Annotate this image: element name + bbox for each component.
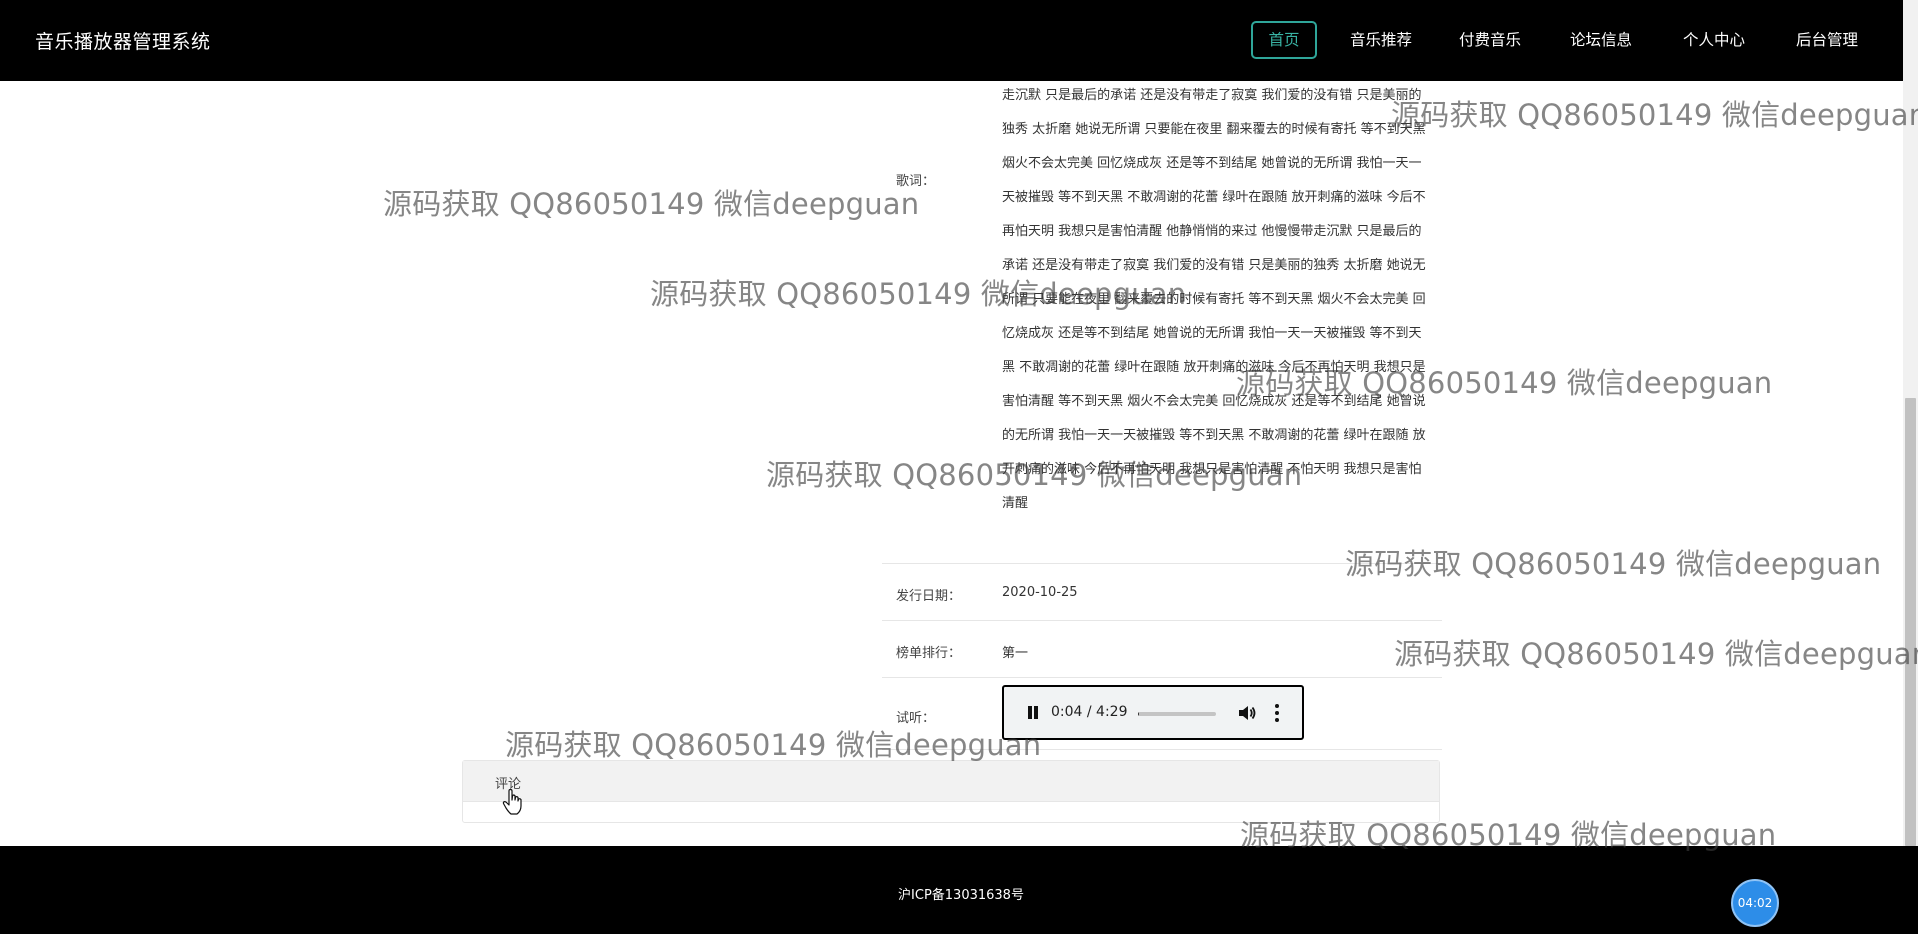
audio-time: 0:04 / 4:29 [1051, 704, 1128, 720]
watermark: 源码获取 QQ86050149 微信deepguan [1394, 637, 1918, 671]
more-vert-icon[interactable] [1274, 702, 1280, 724]
hand-cursor-icon [502, 789, 522, 815]
footer: 沪ICP备13031638号 [0, 846, 1918, 934]
audio-progress-bar[interactable] [1138, 712, 1216, 716]
rank-value: 第一 [1002, 646, 1029, 661]
row-divider [882, 620, 1442, 621]
watermark: 源码获取 QQ86050149 微信deepguan [505, 728, 1042, 762]
preview-label: 试听： [896, 711, 936, 726]
watermark: 源码获取 QQ86050149 微信deepguan [383, 187, 920, 221]
release-date-value: 2020-10-25 [1002, 585, 1078, 600]
release-date-label: 发行日期： [896, 589, 962, 604]
watermark: 源码获取 QQ86050149 微信deepguan [1391, 98, 1918, 132]
row-divider [882, 749, 1442, 750]
pause-icon[interactable] [1026, 704, 1040, 722]
page: 音乐播放器管理系统 首页 音乐推荐 付费音乐 论坛信息 个人中心 后台管理 歌词… [0, 0, 1918, 934]
rank-label: 榜单排行： [896, 646, 962, 661]
audio-player[interactable]: 0:04 / 4:29 [1002, 685, 1304, 740]
main-nav: 首页 音乐推荐 付费音乐 论坛信息 个人中心 后台管理 [0, 0, 1918, 81]
clock-badge[interactable]: 04:02 [1731, 879, 1779, 927]
comments-panel: 评论 [462, 760, 1440, 823]
scrollbar-thumb[interactable] [1905, 398, 1916, 846]
nav-personal-center[interactable]: 个人中心 [1677, 21, 1751, 59]
nav-forum[interactable]: 论坛信息 [1564, 21, 1638, 59]
watermark: 源码获取 QQ86050149 微信deepguan [1345, 547, 1882, 581]
nav-paid-music[interactable]: 付费音乐 [1453, 21, 1527, 59]
nav-home[interactable]: 首页 [1251, 21, 1317, 59]
top-navbar: 音乐播放器管理系统 首页 音乐推荐 付费音乐 论坛信息 个人中心 后台管理 [0, 0, 1918, 81]
icp-record: 沪ICP备13031638号 [898, 888, 1024, 903]
volume-icon[interactable] [1237, 703, 1257, 723]
row-divider [882, 563, 1442, 564]
comments-header[interactable]: 评论 [463, 761, 1439, 802]
nav-music-recommend[interactable]: 音乐推荐 [1344, 21, 1418, 59]
lyrics-text: 走沉默 只是最后的承诺 还是没有带走了寂寞 我们爱的没有错 只是美丽的独秀 太折… [1002, 88, 1426, 511]
nav-admin[interactable]: 后台管理 [1790, 21, 1864, 59]
row-divider [882, 677, 1442, 678]
lyrics-label: 歌词： [896, 174, 936, 189]
